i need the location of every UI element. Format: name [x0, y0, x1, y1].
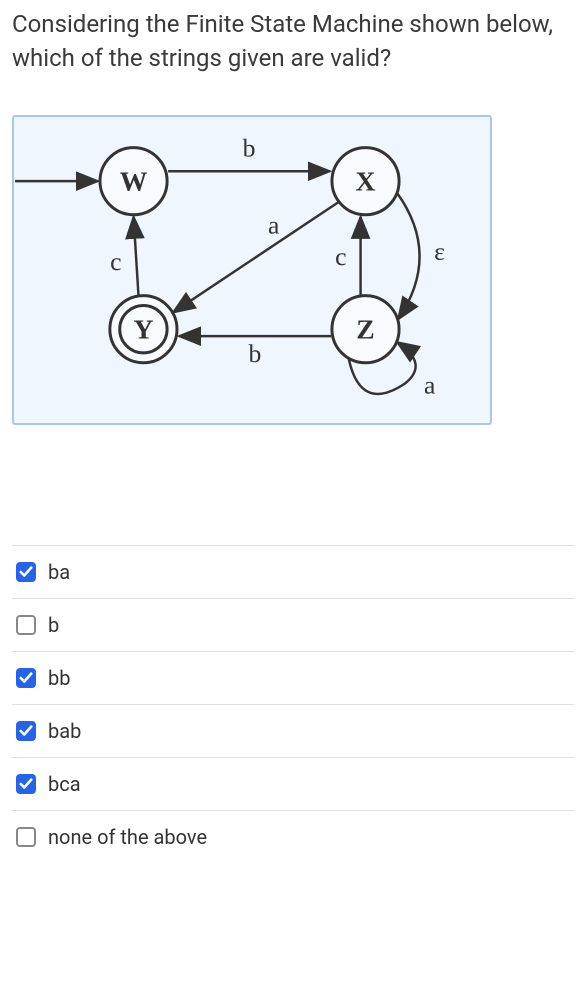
option-item[interactable]: b — [12, 598, 574, 651]
state-w-label: W — [120, 166, 148, 197]
option-label: ba — [48, 560, 70, 584]
fsm-diagram: W X Y Z b a c b c ε a — [12, 115, 492, 425]
option-item[interactable]: bca — [12, 757, 574, 810]
checkbox-icon[interactable] — [16, 615, 36, 635]
option-item[interactable]: none of the above — [12, 810, 574, 863]
edge-w-x-label: b — [243, 134, 256, 163]
option-item[interactable]: ba — [12, 545, 574, 598]
option-item[interactable]: bab — [12, 704, 574, 757]
option-label: bab — [48, 719, 81, 743]
state-x-label: X — [356, 166, 376, 197]
option-label: b — [48, 613, 59, 637]
edge-y-w-label: c — [110, 247, 121, 276]
option-label: bb — [48, 666, 70, 690]
option-item[interactable]: bb — [12, 651, 574, 704]
option-label: bca — [48, 772, 81, 796]
edge-x-y-label: a — [268, 211, 280, 240]
options-list: ba b bb bab bca none of the above — [12, 545, 574, 863]
state-y-label: Y — [133, 314, 153, 345]
edge-z-y-label: b — [249, 339, 262, 368]
checkbox-icon[interactable] — [16, 668, 36, 688]
edge-x-y — [173, 202, 339, 313]
question-text: Considering the Finite State Machine sho… — [12, 8, 574, 75]
edge-z-z-label: a — [424, 371, 436, 400]
state-z-label: Z — [356, 314, 374, 345]
edge-x-z — [397, 193, 419, 319]
edge-x-z-label: ε — [434, 237, 445, 266]
edge-z-x-label: c — [335, 242, 346, 271]
checkbox-icon[interactable] — [16, 827, 36, 847]
edge-y-w — [134, 217, 139, 296]
option-label: none of the above — [48, 825, 207, 849]
checkbox-icon[interactable] — [16, 721, 36, 741]
checkbox-icon[interactable] — [16, 774, 36, 794]
checkbox-icon[interactable] — [16, 562, 36, 582]
